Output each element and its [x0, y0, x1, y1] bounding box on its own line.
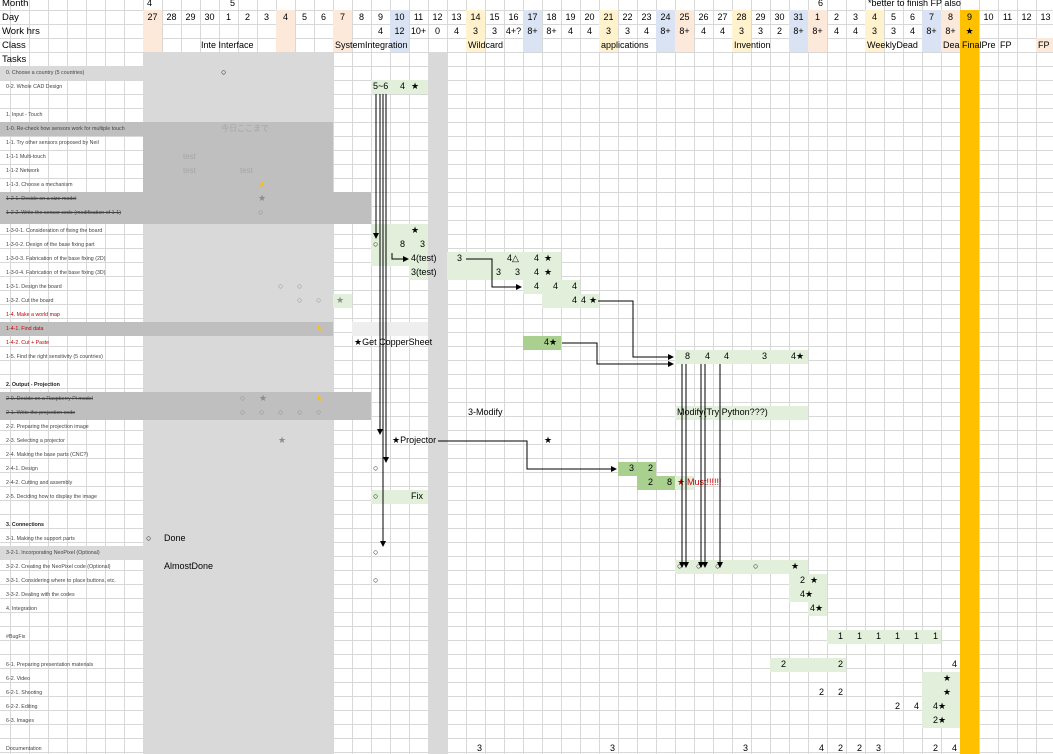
- arrow-line: [391, 253, 409, 262]
- arrow-line: [438, 440, 617, 472]
- arrow-line: [598, 300, 674, 360]
- spreadsheet-grid: Month Day Work hrs Class Tasks 4 5 6 *be…: [0, 0, 1053, 754]
- arrow-line: [562, 342, 674, 367]
- arrow-line: [466, 258, 522, 290]
- dependency-arrows: [373, 94, 723, 568]
